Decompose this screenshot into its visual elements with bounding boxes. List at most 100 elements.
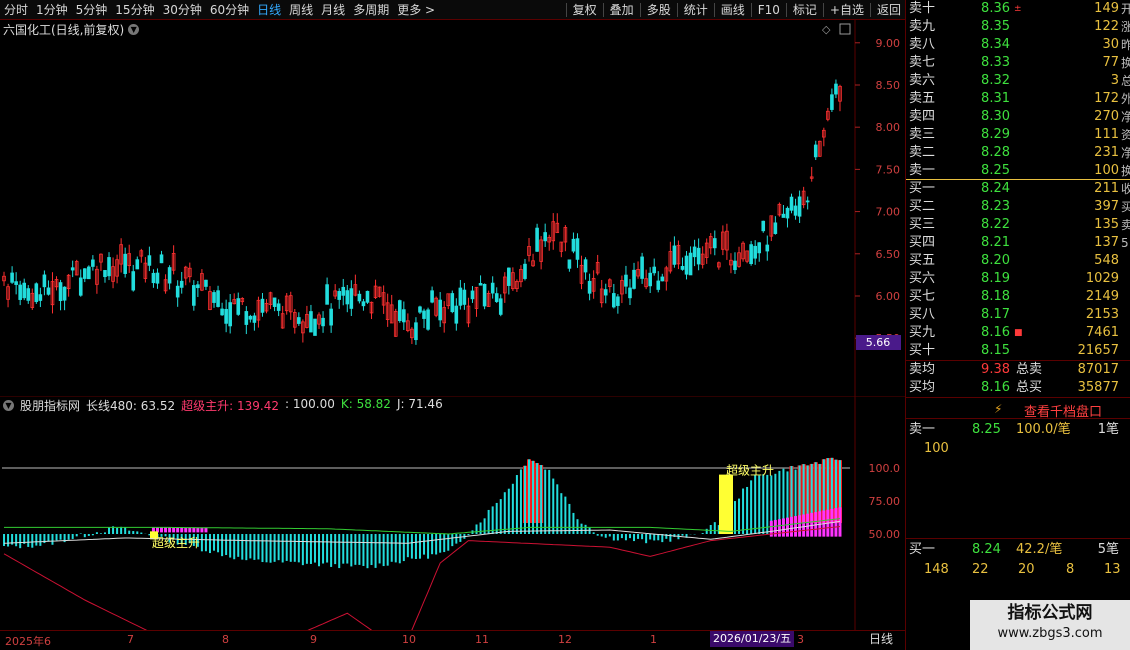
orderbook-row[interactable]: 卖二 8.28 231 (906, 144, 1130, 162)
total-value: 35877 (1077, 380, 1119, 395)
orderbook-row[interactable]: 卖七 8.33 77 (906, 54, 1130, 72)
toolbar-action[interactable]: 多股 (643, 0, 675, 20)
orderbook-row[interactable]: 卖六 8.32 3 (906, 72, 1130, 90)
period-tab[interactable]: 更多 > (393, 0, 439, 20)
candle-body (272, 297, 277, 307)
period-tab[interactable]: 日线 (253, 0, 285, 20)
hist-bar (624, 534, 627, 541)
magenta-bar (802, 514, 806, 537)
level-label: 买三 (909, 217, 936, 232)
price-chart[interactable]: 9.008.508.007.507.006.506.005.505.66◇ (0, 20, 905, 396)
period-tab[interactable]: 周线 (285, 0, 317, 20)
toolbar-action[interactable]: 叠加 (606, 0, 638, 20)
toolbar-action[interactable]: 返回 (873, 0, 905, 20)
period-tab[interactable]: 15分钟 (111, 0, 158, 20)
orderbook-row[interactable]: 卖八 8.34 30 (906, 36, 1130, 54)
toolbar-action[interactable]: 复权 (569, 0, 601, 20)
toolbar-action[interactable]: 标记 (789, 0, 821, 20)
candle-body (62, 286, 67, 301)
candle-body (349, 288, 354, 309)
candle-body (82, 268, 87, 279)
hist-bar (342, 534, 345, 564)
orderbook-row[interactable]: 卖九 8.35 122 (906, 18, 1130, 36)
candle-body (414, 322, 418, 341)
hist-bar (406, 534, 409, 558)
period-tab[interactable]: 1分钟 (32, 0, 72, 20)
hist-bar (334, 534, 337, 565)
orderbook-row[interactable]: 卖五 8.31 172 (906, 90, 1130, 108)
hist-bar (507, 488, 510, 534)
chevron-down-icon[interactable]: ▼ (3, 400, 14, 411)
candle-body (22, 282, 27, 299)
orderbook-row[interactable]: 卖一 8.25 100 (906, 162, 1130, 180)
period-tab[interactable]: 分时 (0, 0, 32, 20)
indicator-chart[interactable]: 100.075.0050.00超级主升超级主升 (0, 396, 905, 630)
period-tab[interactable]: 多周期 (349, 0, 393, 20)
hist-bar (370, 534, 373, 566)
hist-bar (128, 530, 131, 534)
candle-body (135, 259, 140, 270)
candle-body (490, 282, 495, 294)
toolbar-action[interactable]: +自选 (826, 0, 868, 20)
hist-bar (293, 534, 296, 562)
toolbar-action[interactable]: F10 (754, 0, 784, 20)
period-tab[interactable]: 60分钟 (206, 0, 253, 20)
orderbook-row[interactable]: 买七 8.18 2149 (906, 288, 1130, 306)
candle-body (680, 266, 685, 270)
candle-body (813, 144, 818, 158)
book-divider (906, 418, 1130, 419)
candle-body (470, 290, 475, 300)
hist-bar (382, 534, 385, 567)
level-volume: 3 (1110, 73, 1119, 88)
candle-body (761, 220, 766, 232)
yellow-marker (719, 474, 733, 534)
hist-bar (596, 534, 599, 536)
orderbook-row[interactable]: 买二 8.23 397 (906, 198, 1130, 216)
level-volume: 135 (1094, 217, 1119, 232)
candle-body (733, 260, 737, 271)
level-label: 卖四 (909, 109, 936, 124)
hist-bar (350, 534, 353, 567)
window-icon[interactable] (839, 23, 851, 35)
orderbook-row[interactable]: 卖四 8.30 270 (906, 108, 1130, 126)
indicator-value: : 100.00 (285, 397, 335, 411)
thousand-count: 5笔 (1097, 542, 1119, 557)
hist-bar (297, 534, 300, 563)
hist-bar (451, 534, 454, 547)
orderbook-row[interactable]: 买八 8.17 2153 (906, 306, 1130, 324)
candle-body (155, 272, 160, 284)
thousand-detail: 8 (1066, 562, 1075, 577)
orderbook-row[interactable]: 买五 8.20 548 (906, 252, 1130, 270)
orderbook-row[interactable]: 买六 8.19 1029 (906, 270, 1130, 288)
candle-body (587, 280, 592, 294)
hist-bar (217, 534, 220, 553)
orderbook-row[interactable]: 卖三 8.29 111 (906, 126, 1130, 144)
orderbook-row[interactable]: 买九 8.16 7461 ■ (906, 324, 1130, 342)
hist-bar (576, 519, 579, 534)
hist-bar (762, 474, 765, 534)
period-label[interactable]: 日线 (858, 631, 904, 647)
orderbook-row[interactable]: 买十 8.15 21657 (906, 342, 1130, 360)
period-tab[interactable]: 5分钟 (72, 0, 112, 20)
annotation-label: 超级主升 (726, 463, 774, 478)
candle-body (797, 196, 802, 217)
toolbar-action[interactable]: 画线 (717, 0, 749, 20)
hist-bar (540, 465, 543, 534)
candle-body (773, 222, 778, 234)
period-tab[interactable]: 月线 (317, 0, 349, 20)
candle-body (781, 213, 786, 218)
orderbook-row[interactable]: 卖十 8.36 149 ± (906, 0, 1130, 18)
diamond-icon[interactable]: ◇ (822, 23, 831, 36)
level-volume: 2149 (1085, 289, 1119, 304)
candle-body (757, 242, 762, 254)
level-label: 买五 (909, 253, 936, 268)
period-tab[interactable]: 30分钟 (159, 0, 206, 20)
orderbook-row[interactable]: 买四 8.21 137 (906, 234, 1130, 252)
candle-body (38, 294, 43, 301)
quote-field-label: 昨 (1121, 38, 1130, 52)
orderbook-row[interactable]: 买三 8.22 135 (906, 216, 1130, 234)
toolbar-action[interactable]: 统计 (680, 0, 712, 20)
orderbook-row[interactable]: 买一 8.24 211 (906, 180, 1130, 198)
hist-bar (681, 534, 684, 536)
candle-body (252, 315, 257, 323)
